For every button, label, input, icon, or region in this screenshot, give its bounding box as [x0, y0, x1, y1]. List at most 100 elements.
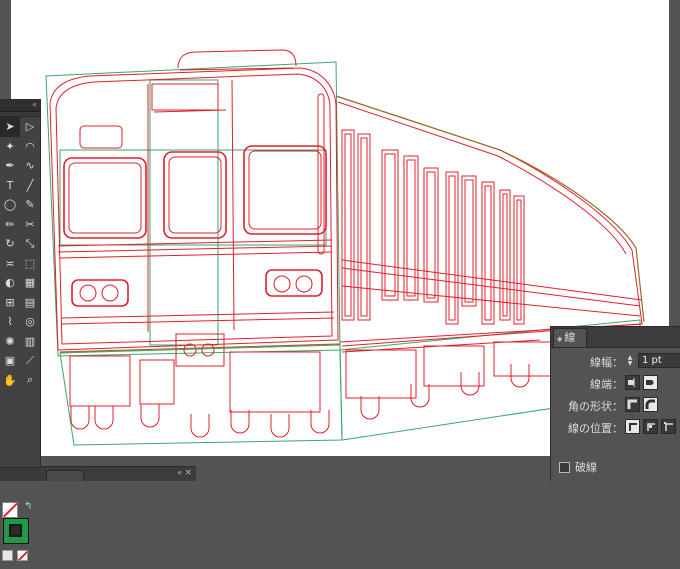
- side-window-outline: [341, 129, 355, 321]
- side-window-outline: [423, 167, 439, 303]
- undercarriage-part: [345, 349, 417, 399]
- blend-icon[interactable]: ◎: [20, 312, 40, 332]
- align-outside-icon[interactable]: [661, 419, 676, 434]
- collapse-icon[interactable]: «: [177, 467, 182, 479]
- perspective-grid-icon[interactable]: ▦: [20, 273, 40, 293]
- dashed-line-checkbox[interactable]: [559, 461, 570, 473]
- wheel-outline: [270, 414, 290, 438]
- undercarriage-part: [423, 345, 485, 387]
- free-transform-icon[interactable]: ⬚: [20, 254, 40, 274]
- shape-builder-icon[interactable]: ◐: [0, 273, 20, 293]
- stroke-weight-row: 線幅： ▲ ▼ 1 pt: [551, 351, 680, 371]
- collapse-icon[interactable]: «: [32, 100, 37, 109]
- column-graph-icon[interactable]: ▥: [20, 332, 40, 352]
- side-window-outline: [461, 175, 477, 307]
- side-window-outline: [481, 181, 495, 325]
- color-controls: ↰: [0, 499, 40, 569]
- width-icon[interactable]: ≍: [0, 254, 20, 274]
- stroke-panel: ◆ 線 線幅： ▲ ▼ 1 pt 線端： 角の形状： 線の位置： 破線: [550, 326, 680, 481]
- side-window-inner: [516, 199, 522, 321]
- fill-swatch[interactable]: [2, 502, 18, 518]
- stroke-weight-label: 線幅：: [590, 356, 623, 369]
- rotate-icon[interactable]: ↻: [0, 234, 20, 254]
- wheel-outline: [410, 384, 430, 408]
- pen-icon[interactable]: ✒: [0, 156, 20, 176]
- magic-wand-icon[interactable]: ✦: [0, 137, 20, 157]
- direct-selection-icon[interactable]: ▷: [20, 117, 40, 137]
- wheel-outline: [70, 406, 90, 430]
- align-inside-icon[interactable]: [643, 419, 658, 434]
- color-mode-icon[interactable]: [2, 550, 13, 561]
- stroke-swatch[interactable]: [3, 518, 29, 544]
- align-label: 線の位置：: [568, 422, 623, 435]
- artboard-icon[interactable]: ▣: [0, 351, 20, 371]
- paintbrush-icon[interactable]: ✎: [20, 195, 40, 215]
- cap-row: 線端：: [551, 373, 680, 393]
- tools-panel-header[interactable]: «: [0, 99, 40, 112]
- none-mode-icon[interactable]: [17, 550, 28, 561]
- slice-icon[interactable]: ⟋: [20, 351, 40, 371]
- gradient-icon[interactable]: ▤: [20, 293, 40, 313]
- wheel-outline: [190, 414, 210, 438]
- stroke-weight-field[interactable]: 1 pt: [638, 353, 680, 368]
- symbol-sprayer-icon[interactable]: ✺: [0, 332, 20, 352]
- dashed-line-row: 破線: [559, 459, 597, 475]
- wheel-outline: [230, 410, 250, 434]
- corner-row: 角の形状：: [551, 395, 680, 415]
- side-window-inner: [448, 175, 456, 321]
- side-window-outline: [499, 189, 511, 321]
- zoom-icon[interactable]: ⌕: [20, 371, 40, 391]
- side-window-outline: [513, 195, 525, 325]
- line-segment-icon[interactable]: ╱: [20, 176, 40, 196]
- wheel-outline: [94, 406, 114, 430]
- tab-stroke[interactable]: ◆ 線: [553, 328, 587, 347]
- undercarriage-part: [493, 341, 555, 377]
- side-window-outline: [403, 155, 419, 301]
- close-icon[interactable]: ×: [184, 467, 192, 479]
- align-center-icon[interactable]: [625, 419, 640, 434]
- scissors-icon[interactable]: ✂: [20, 215, 40, 235]
- wheel-outline: [360, 396, 380, 420]
- status-strip: [0, 467, 40, 481]
- type-icon[interactable]: T: [0, 176, 20, 196]
- align-row: 線の位置：: [551, 417, 680, 437]
- weight-stepper[interactable]: ▲ ▼: [625, 353, 635, 368]
- panel-tab-stub[interactable]: [46, 470, 84, 481]
- wheel-outline: [310, 410, 330, 434]
- miter-join-icon[interactable]: [625, 397, 640, 412]
- corner-label: 角の形状：: [568, 400, 623, 413]
- undercarriage-part: [69, 355, 131, 407]
- color-mode-group: [2, 550, 28, 561]
- scale-icon[interactable]: ⤡: [20, 234, 40, 254]
- wheel-outline: [460, 372, 480, 396]
- expand-icon[interactable]: ◆: [557, 335, 562, 343]
- mesh-icon[interactable]: ⊞: [0, 293, 20, 313]
- swap-fill-stroke-icon[interactable]: ↰: [24, 501, 32, 512]
- cap-label: 線端：: [590, 378, 623, 391]
- dashed-line-label: 破線: [575, 461, 597, 474]
- side-window-outline: [445, 171, 459, 325]
- stroke-panel-tabbar: ◆ 線: [551, 327, 680, 348]
- undercarriage-part: [139, 359, 175, 405]
- ellipse-icon[interactable]: ◯: [0, 195, 20, 215]
- hand-icon[interactable]: ✋: [0, 371, 20, 391]
- side-window-inner: [406, 159, 416, 297]
- butt-cap-icon[interactable]: [625, 375, 640, 390]
- selection-icon[interactable]: ➤: [0, 117, 20, 137]
- tool-grid: ➤ ▷ ✦ ◠ ✒ ∿ T ╱ ◯ ✎ ✏ ✂ ↻ ⤡ ≍ ⬚ ◐ ▦ ⊞ ▤ ⌇ ◎ ✺ ▥ ▣ ⟋ ✋ ⌕: [0, 117, 40, 390]
- round-cap-icon[interactable]: [643, 375, 658, 390]
- lasso-icon[interactable]: ◠: [20, 137, 40, 157]
- side-window-inner: [502, 193, 508, 317]
- side-window-outline: [357, 133, 371, 321]
- wheel-outline: [140, 404, 160, 428]
- side-window-inner: [360, 137, 368, 317]
- round-join-icon[interactable]: [643, 397, 658, 412]
- pencil-icon[interactable]: ✏: [0, 215, 20, 235]
- undercarriage-part: [229, 351, 321, 413]
- curvature-icon[interactable]: ∿: [20, 156, 40, 176]
- side-window-outline: [381, 149, 399, 301]
- side-window-inner: [344, 133, 352, 317]
- side-window-inner: [484, 185, 492, 321]
- tab-stroke-label: 線: [564, 331, 576, 344]
- eyedropper-icon[interactable]: ⌇: [0, 312, 20, 332]
